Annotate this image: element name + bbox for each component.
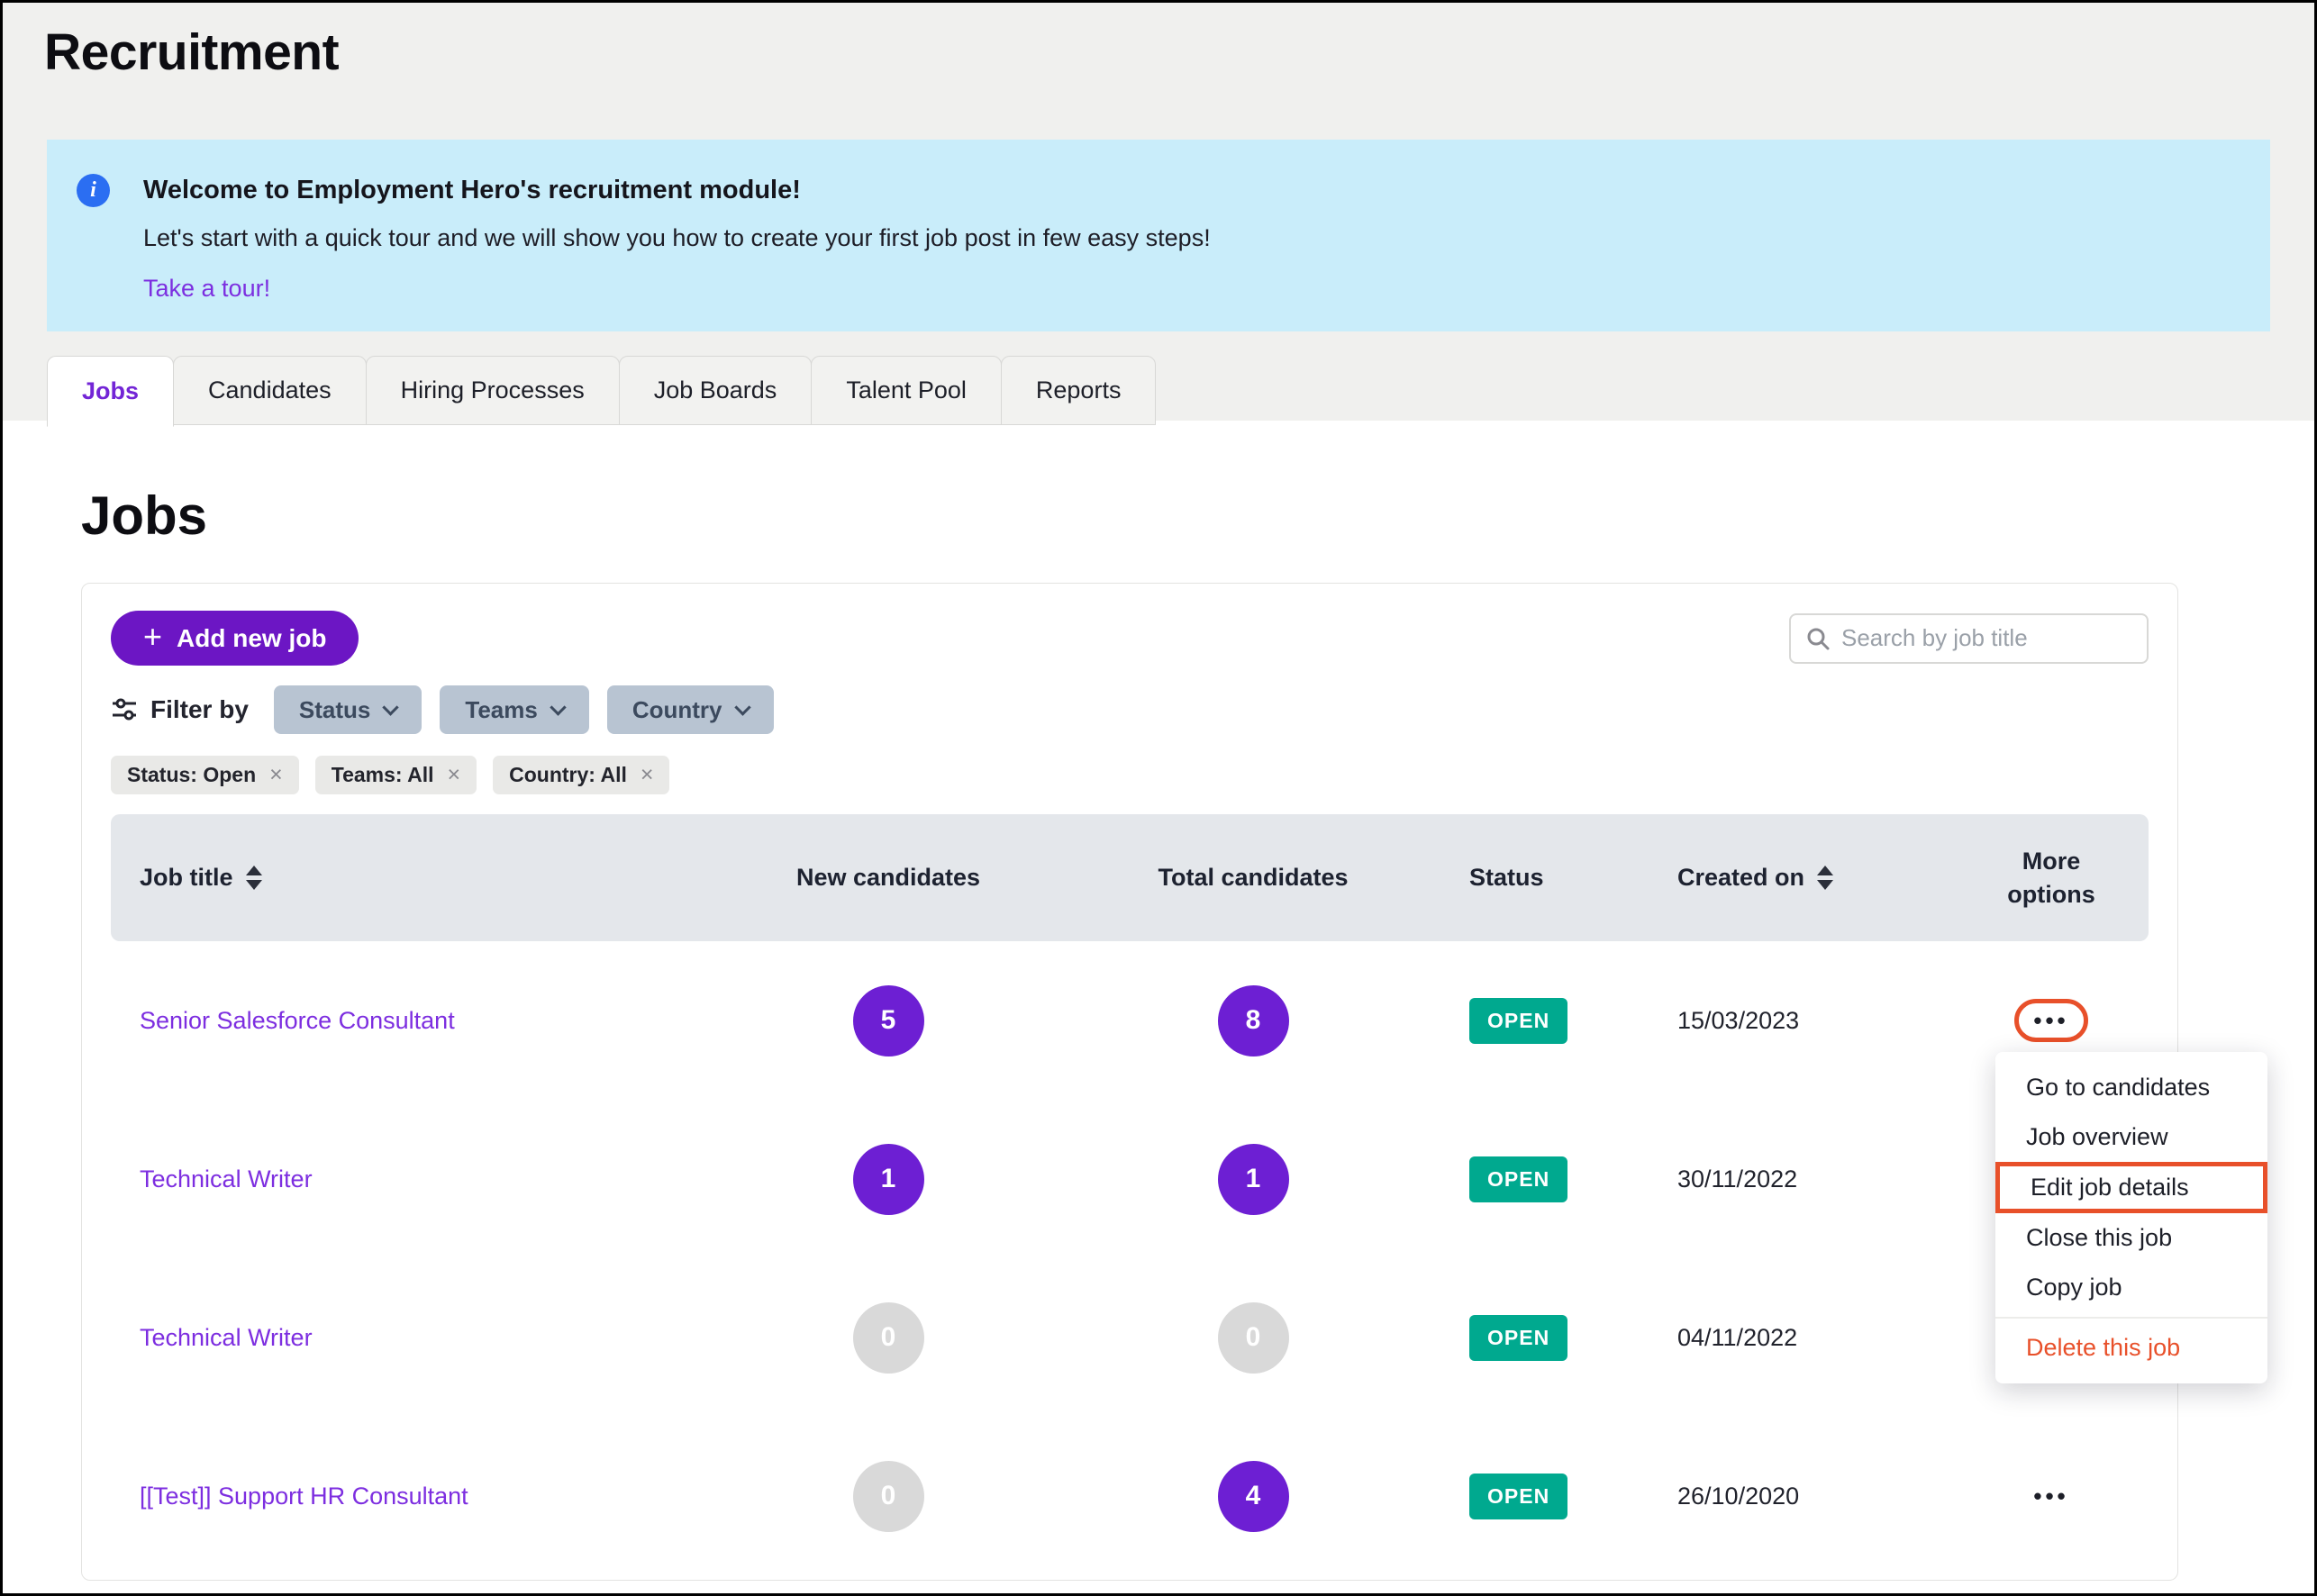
new-candidates-count: 0: [853, 1302, 924, 1374]
created-on-date: 04/11/2022: [1677, 1324, 1954, 1352]
menu-item-close-this-job[interactable]: Close this job: [1995, 1213, 2267, 1263]
table-row: Senior Salesforce Consultant 5 8 OPEN 15…: [111, 941, 2149, 1100]
status-filter-label: Status: [299, 696, 370, 724]
status-badge: OPEN: [1469, 1315, 1567, 1361]
chevron-down-icon: [550, 699, 566, 715]
menu-item-go-to-candidates[interactable]: Go to candidates: [1995, 1063, 2267, 1112]
menu-item-edit-job-details[interactable]: Edit job details: [1995, 1162, 2267, 1213]
take-a-tour-link[interactable]: Take a tour!: [143, 275, 270, 303]
add-new-job-label: Add new job: [177, 624, 326, 653]
job-title-link[interactable]: [[Test]] Support HR Consultant: [111, 1483, 740, 1510]
new-candidates-count: 0: [853, 1461, 924, 1532]
filter-chip-country[interactable]: Country: All ×: [493, 756, 669, 794]
tab-talent-pool[interactable]: Talent Pool: [811, 356, 1002, 425]
teams-filter-dropdown[interactable]: Teams: [440, 685, 588, 734]
info-icon: i: [77, 174, 110, 207]
new-candidates-count: 1: [853, 1144, 924, 1215]
country-filter-label: Country: [632, 696, 722, 724]
filter-icon: [111, 696, 138, 723]
sort-icon[interactable]: [246, 866, 262, 890]
remove-chip-icon[interactable]: ×: [641, 762, 654, 788]
filter-chip-teams[interactable]: Teams: All ×: [315, 756, 477, 794]
tab-job-boards[interactable]: Job Boards: [619, 356, 813, 425]
page-title: Recruitment: [44, 23, 2314, 82]
tab-bar: Jobs Candidates Hiring Processes Job Boa…: [47, 355, 2314, 425]
total-candidates-count: 8: [1218, 985, 1289, 1056]
remove-chip-icon[interactable]: ×: [448, 762, 461, 788]
status-badge: OPEN: [1469, 1156, 1567, 1202]
total-candidates-count: 4: [1218, 1461, 1289, 1532]
tab-hiring-processes[interactable]: Hiring Processes: [366, 356, 620, 425]
country-filter-dropdown[interactable]: Country: [607, 685, 774, 734]
status-badge: OPEN: [1469, 998, 1567, 1044]
job-search-box: [1789, 613, 2149, 664]
plus-icon: +: [143, 621, 162, 653]
menu-item-job-overview[interactable]: Job overview: [1995, 1112, 2267, 1162]
filter-chip-status[interactable]: Status: Open ×: [111, 756, 299, 794]
total-candidates-count: 0: [1218, 1302, 1289, 1374]
job-title-link[interactable]: Senior Salesforce Consultant: [111, 1007, 740, 1035]
search-input[interactable]: [1841, 624, 2132, 652]
sort-icon[interactable]: [1817, 866, 1833, 890]
more-options-button[interactable]: •••: [2033, 1007, 2068, 1035]
table-header: Job title New candidates Total candidate…: [111, 814, 2149, 941]
search-icon: [1805, 626, 1831, 651]
chip-label: Status: Open: [127, 763, 256, 787]
status-filter-dropdown[interactable]: Status: [274, 685, 422, 734]
header-created-on: Created on: [1677, 864, 1804, 892]
header-status: Status: [1469, 864, 1677, 892]
job-title-link[interactable]: Technical Writer: [111, 1165, 740, 1193]
add-new-job-button[interactable]: + Add new job: [111, 611, 359, 666]
tab-reports[interactable]: Reports: [1001, 356, 1157, 425]
table-row: Technical Writer 1 1 OPEN 30/11/2022 •••: [111, 1100, 2149, 1258]
job-title-link[interactable]: Technical Writer: [111, 1324, 740, 1352]
remove-chip-icon[interactable]: ×: [269, 762, 283, 788]
job-context-menu: Go to candidates Job overview Edit job d…: [1995, 1052, 2267, 1383]
header-total-candidates: Total candidates: [1158, 864, 1348, 892]
jobs-panel: Jobs + Add new job Filter by St: [3, 421, 2314, 1593]
created-on-date: 15/03/2023: [1677, 1007, 1954, 1035]
welcome-banner: i Welcome to Employment Hero's recruitme…: [47, 140, 2270, 331]
jobs-heading: Jobs: [81, 484, 2314, 549]
jobs-card: + Add new job Filter by Status: [81, 583, 2178, 1581]
total-candidates-count: 1: [1218, 1144, 1289, 1215]
chip-label: Country: All: [509, 763, 627, 787]
teams-filter-label: Teams: [465, 696, 537, 724]
menu-item-delete-this-job[interactable]: Delete this job: [1995, 1323, 2267, 1373]
filter-by-text: Filter by: [150, 695, 249, 724]
banner-title: Welcome to Employment Hero's recruitment…: [143, 176, 2234, 205]
tab-candidates[interactable]: Candidates: [173, 356, 367, 425]
created-on-date: 26/10/2020: [1677, 1483, 1954, 1510]
more-options-button[interactable]: •••: [2033, 1483, 2068, 1510]
header-job-title: Job title: [140, 864, 233, 892]
header-new-candidates: New candidates: [796, 864, 980, 892]
menu-divider: [1995, 1317, 2267, 1319]
chevron-down-icon: [734, 699, 750, 715]
banner-message: Let's start with a quick tour and we wil…: [143, 224, 2234, 252]
recruitment-page: { "page": { "title": "Recruitment" }, "b…: [0, 0, 2317, 1596]
table-row: [[Test]] Support HR Consultant 0 4 OPEN …: [111, 1417, 2149, 1575]
created-on-date: 30/11/2022: [1677, 1165, 1954, 1193]
status-badge: OPEN: [1469, 1474, 1567, 1519]
filter-by-label: Filter by: [111, 695, 249, 724]
chevron-down-icon: [383, 699, 399, 715]
table-row: Technical Writer 0 0 OPEN 04/11/2022 •••: [111, 1258, 2149, 1417]
chip-label: Teams: All: [332, 763, 434, 787]
tab-jobs[interactable]: Jobs: [47, 356, 174, 427]
header-more-options: More options: [1993, 845, 2110, 911]
new-candidates-count: 5: [853, 985, 924, 1056]
menu-item-copy-job[interactable]: Copy job: [1995, 1263, 2267, 1312]
